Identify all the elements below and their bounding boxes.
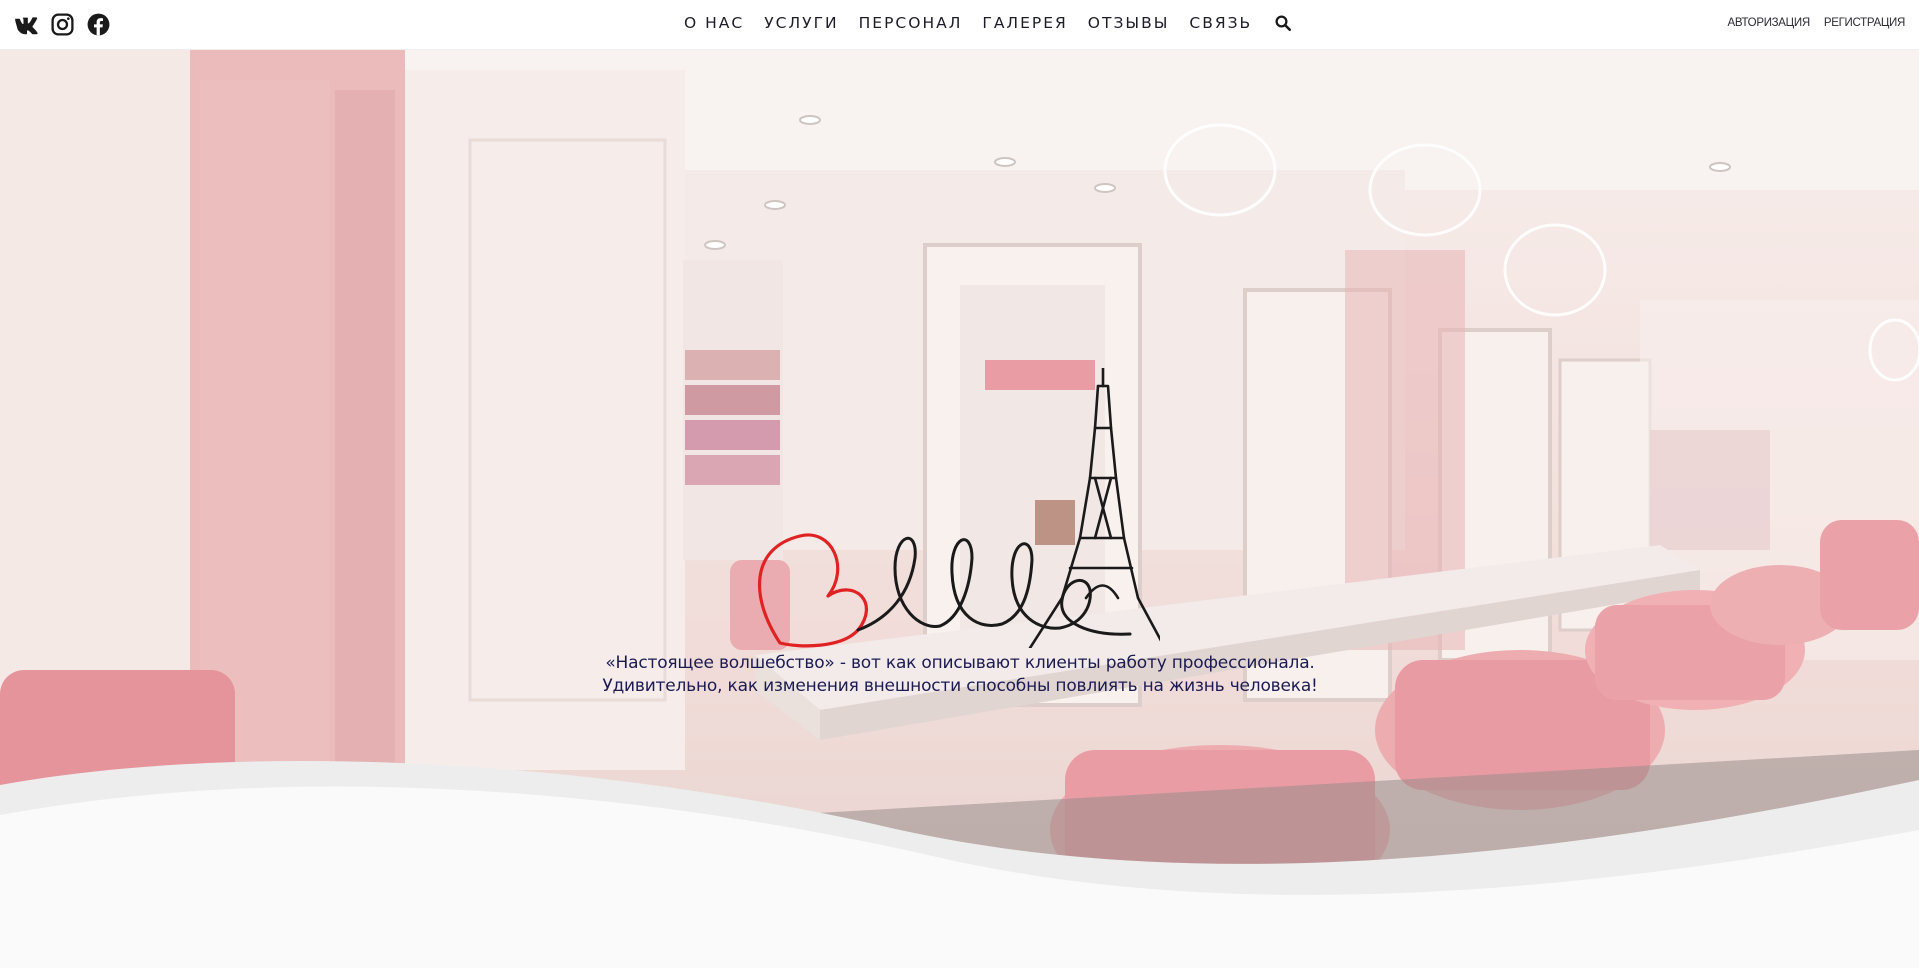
auth-links: АВТОРИЗАЦИЯ РЕГИСТРАЦИЯ [1728, 17, 1906, 29]
tagline-line-1: «Настоящее волшебство» - вот как описыва… [605, 653, 1315, 673]
instagram-icon [51, 13, 74, 36]
nav-item-reviews[interactable]: ОТЗЫВЫ [1088, 14, 1170, 32]
tagline-line-2: Удивительно, как изменения внешности спо… [602, 676, 1318, 696]
belle-logo [757, 368, 1160, 648]
search-icon[interactable] [1274, 14, 1292, 32]
login-link[interactable]: АВТОРИЗАЦИЯ [1728, 17, 1811, 29]
instagram-link[interactable] [50, 12, 75, 37]
nav-item-contact[interactable]: СВЯЗЬ [1189, 14, 1252, 32]
hero-bottom-wave [0, 760, 1919, 968]
nav-item-staff[interactable]: ПЕРСОНАЛ [859, 14, 963, 32]
nav-item-services[interactable]: УСЛУГИ [764, 14, 838, 32]
main-nav: О НАС УСЛУГИ ПЕРСОНАЛ ГАЛЕРЕЯ ОТЗЫВЫ СВЯ… [684, 14, 1292, 32]
facebook-link[interactable] [86, 12, 111, 37]
facebook-icon [87, 13, 110, 36]
nav-item-gallery[interactable]: ГАЛЕРЕЯ [982, 14, 1067, 32]
social-links [14, 12, 111, 37]
hero-tagline: «Настоящее волшебство» - вот как описыва… [480, 652, 1440, 698]
vk-icon [15, 17, 38, 35]
top-bar: О НАС УСЛУГИ ПЕРСОНАЛ ГАЛЕРЕЯ ОТЗЫВЫ СВЯ… [0, 0, 1919, 50]
nav-item-about[interactable]: О НАС [684, 14, 744, 32]
vk-link[interactable] [14, 12, 39, 37]
register-link[interactable]: РЕГИСТРАЦИЯ [1824, 17, 1905, 29]
